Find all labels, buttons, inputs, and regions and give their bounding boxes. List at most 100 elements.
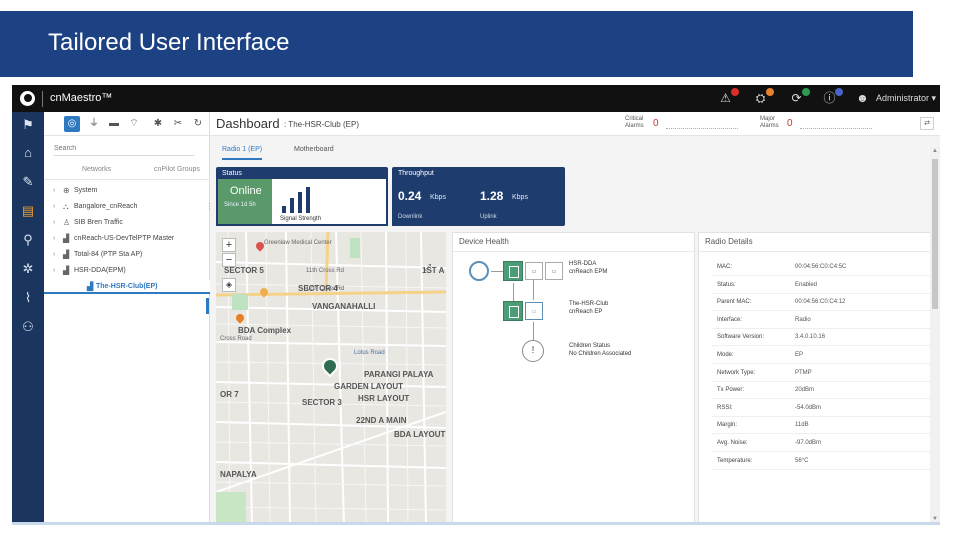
downlink-value: 0.24	[398, 189, 422, 203]
radio-icon: ▟	[87, 282, 94, 291]
tree-row[interactable]: ‹ ▟ HSR-DDA(EPM)	[44, 264, 210, 278]
brand-name: cnMaestro™	[50, 92, 113, 104]
network-icon: ⛬	[63, 202, 69, 211]
wireless-icon[interactable]: ⚲	[19, 231, 37, 249]
critical-alarms-count[interactable]: 0	[653, 118, 659, 129]
radio-detail-row: Temperature: 56°C	[711, 453, 931, 470]
current-radio-icon[interactable]: ▭	[525, 302, 543, 320]
radio-detail-value: -97.0dBm	[795, 440, 822, 446]
tree-row[interactable]: ‹ ♙ SIB Bren Traffic	[44, 216, 210, 230]
current-device-name[interactable]: The-HSR-Club	[569, 301, 608, 308]
expand-chevron-icon[interactable]: ‹	[53, 200, 55, 214]
no-children-icon: !	[522, 340, 544, 362]
map-place-label: GARDEN LAYOUT	[334, 382, 404, 391]
parent-radio-icon[interactable]: ▭	[545, 262, 563, 280]
expand-chevron-icon[interactable]: ‹	[53, 184, 55, 198]
radio-detail-value: Enabled	[795, 281, 818, 288]
radio-detail-value: PTMP	[795, 369, 812, 376]
radio-detail-key: MAC:	[717, 264, 732, 270]
radio-detail-value: 00:04:56:C0:C4:12	[795, 299, 846, 306]
wifi-view-icon[interactable]: ⌔	[126, 116, 142, 132]
gear-icon[interactable]: ✱	[150, 116, 166, 132]
alert-icon[interactable]: ⛭	[753, 88, 774, 106]
major-alarms-count[interactable]: 0	[787, 118, 793, 129]
map-layers-button[interactable]: ◈	[222, 278, 236, 292]
map-zoom-in-button[interactable]: +	[222, 238, 236, 252]
scroll-up-icon[interactable]: ▲	[931, 147, 939, 155]
topology-link	[533, 280, 534, 300]
tree-scroll-indicator[interactable]	[206, 298, 209, 314]
antenna-icon[interactable]: ⌇	[19, 289, 37, 307]
current-device-type: cnReach EP	[569, 309, 603, 315]
current-device-icon[interactable]	[503, 301, 523, 321]
tree-search-input[interactable]	[54, 142, 194, 156]
topology-link	[533, 322, 534, 340]
expand-chevron-icon[interactable]: ‹	[53, 216, 55, 230]
radio-detail-key: Avg. Noise:	[717, 440, 748, 446]
radio-icon: ▟	[63, 250, 70, 259]
scroll-down-icon[interactable]: ▼	[931, 515, 939, 522]
children-status-label: Children Status	[569, 343, 611, 349]
tower-view-icon[interactable]: ⏚	[86, 116, 102, 132]
tree-row[interactable]: ‹⛬Bangalore_cnReach⋮	[44, 200, 214, 214]
uplink-unit: Kbps	[512, 194, 528, 201]
status-card-body: Online Since 1d 5h Signal Strength	[216, 179, 388, 226]
network-view-icon[interactable]: ◎	[64, 116, 80, 132]
flag-icon[interactable]: ⚑	[19, 116, 37, 134]
tree-row[interactable]: ‹ ⊕ System	[44, 184, 210, 198]
user-icon[interactable]: ⚇	[19, 318, 37, 336]
device-health-panel: Device Health ▭ ▭ HSR-DDA cnReach EPM ▭ …	[452, 232, 695, 522]
location-map[interactable]: + − ◈ ⤢ Greenlaw Medical Center SECTOR 51…	[216, 232, 446, 522]
tab-radio-1[interactable]: Radio 1 (EP)	[222, 146, 263, 160]
radio-detail-key: Parent MAC:	[717, 299, 752, 306]
map-place-label: PARANGI PALAYA	[364, 370, 434, 379]
info-icon[interactable]: ⓘ	[822, 88, 843, 106]
radio-detail-value: -54.0dBm	[795, 404, 822, 411]
radio-detail-value: 11dB	[795, 422, 809, 429]
notification-badge	[731, 88, 739, 96]
person-icon: ♙	[63, 218, 71, 227]
radio-detail-row: Margin: 11dB	[711, 417, 931, 435]
alarm-icon[interactable]: ⚠	[718, 88, 739, 106]
refresh-icon[interactable]: ↻	[190, 116, 206, 132]
tools-icon[interactable]: ✎	[19, 173, 37, 191]
parent-radio-icon[interactable]: ▭	[525, 262, 543, 280]
page-scrollbar[interactable]: ▲ ▼	[930, 147, 940, 522]
major-alarms-bar	[800, 128, 872, 129]
parent-device-name[interactable]: HSR-DDA	[569, 261, 596, 268]
radio-detail-value: 3.4.0.10.16	[795, 334, 826, 341]
map-place-label: Cross Road	[220, 336, 252, 342]
home-icon[interactable]: ⌂	[19, 144, 37, 162]
device-view-icon[interactable]: ▬	[106, 116, 122, 132]
expand-chevron-icon[interactable]: ‹	[53, 232, 55, 246]
notification-badge	[802, 88, 810, 96]
update-icon[interactable]: ⟳	[789, 88, 810, 106]
radio-detail-key: Software Version:	[717, 334, 765, 341]
parent-device-icon[interactable]	[503, 261, 523, 281]
settings-icon[interactable]: ✲	[19, 260, 37, 278]
tab-motherboard[interactable]: Motherboard	[294, 146, 334, 153]
topology-link	[513, 283, 514, 301]
radio-tabs: Radio 1 (EP) Motherboard	[210, 141, 940, 161]
tree-row[interactable]: ‹ ▟ Total-84 (PTP Sta AP)	[44, 248, 210, 262]
user-avatar-icon[interactable]: ☻	[855, 91, 870, 106]
report-icon[interactable]: ▤	[19, 202, 37, 220]
map-zoom-out-button[interactable]: −	[222, 253, 236, 267]
admin-menu[interactable]: Administrator ▾	[876, 93, 936, 104]
radio-details-panel: Radio Details MAC: 00:04:56:C0:C4:5C Statu…	[698, 232, 933, 522]
radio-detail-key: Temperature:	[717, 457, 753, 464]
tree-row[interactable]: ▟ The-HSR-Club(EP)	[44, 280, 210, 294]
tools-icon[interactable]: ✂	[170, 116, 186, 132]
tree-row[interactable]: ‹ ▟ cnReach-US-DevTelPTP Master	[44, 232, 210, 246]
tab-networks[interactable]: Networks	[82, 166, 111, 173]
radio-detail-row: Avg. Noise: -97.0dBm	[711, 435, 931, 452]
panel-divider	[699, 251, 932, 252]
collapse-button[interactable]: ⇄	[920, 117, 934, 130]
expand-chevron-icon[interactable]: ‹	[53, 248, 55, 262]
map-place-label: OR 7	[220, 390, 239, 399]
expand-chevron-icon[interactable]: ‹	[53, 264, 55, 278]
children-status-value: No Children Associated	[569, 351, 632, 357]
scroll-thumb[interactable]	[932, 159, 938, 309]
tab-cnpilot-groups[interactable]: cnPilot Groups	[154, 166, 200, 173]
radio-detail-value: 56°C	[795, 457, 809, 464]
